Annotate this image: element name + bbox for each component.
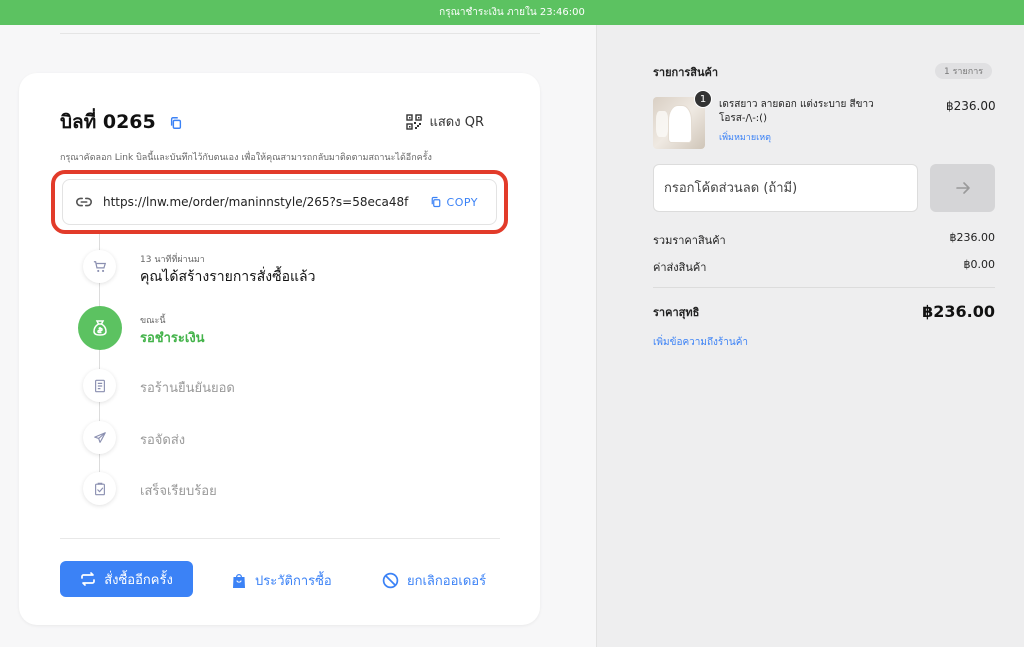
cart-icon (83, 250, 116, 283)
reorder-button[interactable]: สั่งซื้ออีกครั้ง (60, 561, 193, 597)
payment-deadline-text: กรุณาชำระเงิน ภายใน 23:46:00 (439, 7, 585, 18)
show-qr-label: แสดง QR (429, 115, 484, 130)
order-panel: บิลที่ 0265 แสดง QR กรุณาคัดลอก Link บิล… (0, 25, 596, 647)
actions-divider (60, 538, 500, 539)
product-name: เดรสยาว ลายดอก แต่งระบาย สีขาว โอรส-/\-:… (719, 99, 874, 124)
bill-title: บิลที่ 0265 (60, 111, 156, 133)
bill-link-text: https://lnw.me/order/maninnstyle/265?s=5… (103, 195, 409, 209)
cancel-icon (382, 572, 399, 589)
timeline-step-label: คุณได้สร้างรายการสั่งซื้อแล้ว (140, 269, 316, 285)
net-total-value: ฿236.00 (922, 302, 995, 321)
timeline-step-time: ขณะนี้ (140, 316, 166, 326)
arrow-right-icon (955, 182, 970, 194)
discount-code-input[interactable] (653, 164, 918, 212)
shipping-row: ค่าส่งสินค้า ฿0.00 (653, 258, 995, 276)
divider (60, 33, 540, 34)
bill-link-highlight: https://lnw.me/order/maninnstyle/265?s=5… (51, 170, 508, 234)
timeline-step-label: รอร้านยืนยันยอด (140, 381, 235, 396)
net-total-label: ราคาสุทธิ (653, 305, 700, 319)
items-count-badge: 1 รายการ (935, 63, 993, 79)
shopping-bag-icon (233, 573, 245, 588)
subtotal-label: รวมราคาสินค้า (653, 234, 726, 247)
timeline-step-label: เสร็จเรียบร้อย (140, 484, 217, 499)
timeline-step-time: 13 นาทีที่ผ่านมา (140, 255, 205, 265)
order-summary-panel: รายการสินค้า 1 รายการ 1 เดรสยาว ลายดอก แ… (596, 25, 1024, 647)
purchase-history-link[interactable]: ประวัติการซื้อ (231, 570, 332, 591)
payment-deadline-banner: กรุณาชำระเงิน ภายใน 23:46:00 (0, 0, 1024, 25)
plane-icon (83, 421, 116, 454)
subtotal-value: ฿236.00 (949, 231, 996, 244)
copy-link-button[interactable]: COPY (430, 196, 478, 209)
reorder-label: สั่งซื้ออีกครั้ง (104, 572, 173, 588)
show-qr-button[interactable]: แสดง QR (406, 111, 484, 132)
summary-divider (653, 287, 995, 288)
cancel-order-link[interactable]: ยกเลิกออเดอร์ (382, 570, 486, 591)
copy-link-label: COPY (446, 195, 478, 209)
net-total-row: ราคาสุทธิ ฿236.00 (653, 302, 995, 321)
copy-icon (431, 196, 440, 208)
subtotal-row: รวมราคาสินค้า ฿236.00 (653, 231, 995, 249)
quantity-badge: 1 (694, 90, 712, 108)
purchase-history-label: ประวัติการซื้อ (255, 574, 332, 589)
bill-link-field[interactable]: https://lnw.me/order/maninnstyle/265?s=5… (62, 179, 497, 225)
money-bag-icon (78, 306, 122, 350)
shipping-value: ฿0.00 (963, 258, 996, 271)
bill-link-hint: กรุณาคัดลอก Link บิลนี้และบันทึกไว้กับตน… (60, 153, 432, 163)
clipboard-check-icon (83, 472, 116, 505)
qr-code-icon (406, 113, 423, 130)
cancel-order-label: ยกเลิกออเดอร์ (407, 574, 487, 589)
items-title: รายการสินค้า (653, 66, 719, 79)
product-price: ฿236.00 (946, 99, 996, 113)
repeat-icon (81, 572, 96, 586)
add-note-link[interactable]: เพิ่มหมายเหตุ (719, 130, 771, 144)
bill-card: บิลที่ 0265 แสดง QR กรุณาคัดลอก Link บิล… (19, 73, 540, 625)
receipt-icon (83, 369, 116, 402)
link-icon (76, 197, 92, 207)
timeline-step-label: รอชำระเงิน (140, 331, 205, 346)
copy-bill-icon[interactable] (169, 115, 183, 129)
timeline-step-label: รอจัดส่ง (140, 433, 186, 448)
shipping-label: ค่าส่งสินค้า (653, 261, 707, 274)
message-to-shop-link[interactable]: เพิ่มข้อความถึงร้านค้า (653, 335, 748, 350)
apply-discount-button[interactable] (930, 164, 995, 212)
